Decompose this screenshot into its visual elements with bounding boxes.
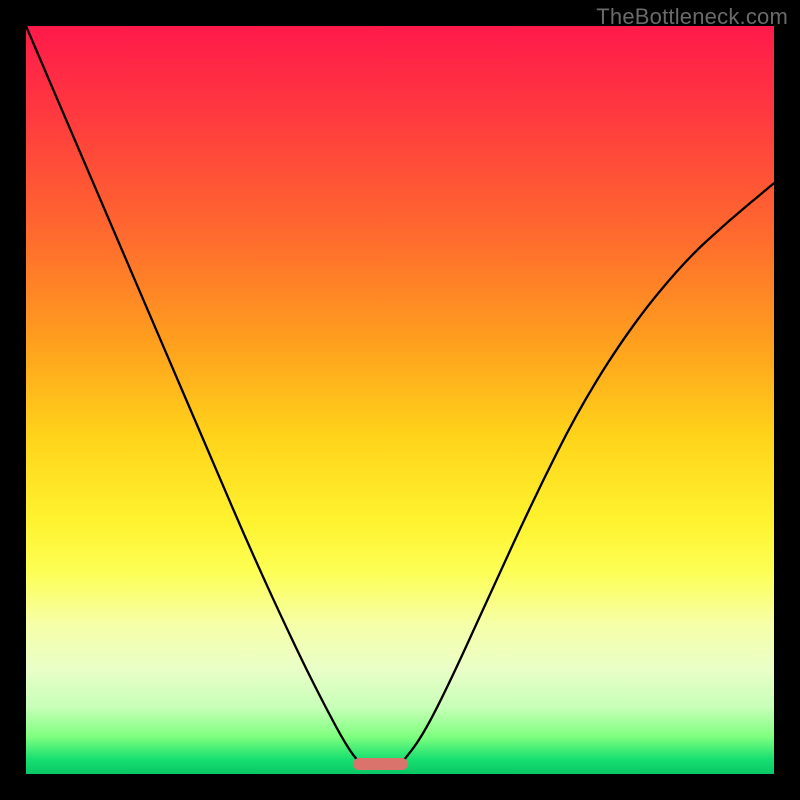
left-curve bbox=[26, 26, 361, 765]
curves-layer bbox=[26, 26, 774, 774]
plot-area bbox=[26, 26, 774, 774]
optimum-marker bbox=[353, 758, 408, 770]
watermark-text: TheBottleneck.com bbox=[596, 4, 788, 30]
chart-frame: TheBottleneck.com bbox=[0, 0, 800, 800]
right-curve bbox=[400, 183, 774, 765]
